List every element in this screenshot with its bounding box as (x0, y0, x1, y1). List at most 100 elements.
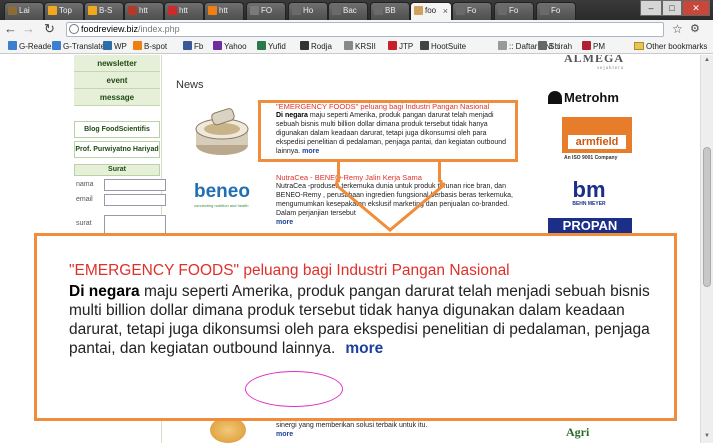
bm-sub: BEHN MEYER (572, 201, 606, 207)
tab-label: htt (219, 6, 228, 15)
tab-2[interactable]: B-S (84, 2, 124, 20)
address-bar[interactable]: foodreview.biz/index.php (66, 22, 664, 37)
armfield-sub: An ISO 9001 Company (564, 155, 618, 161)
bookmark-5[interactable]: Yahoo (213, 40, 247, 53)
maximize-button[interactable]: □ (662, 0, 682, 16)
tab-favicon-icon (332, 6, 341, 15)
bookmark-favicon-icon (538, 41, 547, 50)
menu-event[interactable]: event (74, 72, 160, 89)
nama-input[interactable] (104, 179, 166, 191)
back-icon[interactable]: ← (4, 22, 17, 36)
bookmark-label: Fb (194, 42, 204, 51)
tab-label: BB (385, 6, 396, 15)
close-window-button[interactable]: ✕ (682, 0, 710, 16)
tab-8[interactable]: Bac (328, 2, 368, 20)
bookmark-label: HootSuite (431, 42, 467, 51)
agri-text: Agri (566, 425, 590, 439)
surat-label: surat (76, 220, 92, 227)
bookmark-0[interactable]: G-Reader (8, 40, 54, 53)
scroll-down-icon[interactable]: ▼ (704, 433, 710, 439)
close-tab-icon[interactable]: × (443, 3, 448, 19)
tab-label: Bac (343, 6, 357, 15)
metrohm-logo[interactable]: Metrohm (548, 90, 619, 105)
bookmark-8[interactable]: KRSII (344, 40, 376, 53)
tab-0[interactable]: Lai (4, 2, 44, 20)
armfield-text: armfield (568, 135, 626, 149)
menu-message[interactable]: message (74, 89, 160, 106)
nama-label: nama (76, 181, 94, 188)
tab-label: Lai (19, 6, 30, 15)
star-icon[interactable]: ☆ (672, 22, 683, 36)
tab-6[interactable]: FO (246, 2, 286, 20)
bookmark-label: JTP (399, 42, 414, 51)
bookmark-favicon-icon (183, 41, 192, 50)
tab-13[interactable]: Fo (536, 2, 576, 20)
bookmark-label: PM (593, 42, 605, 51)
almega-logo[interactable]: ALMEGA sejahtera (564, 55, 624, 71)
wrench-icon[interactable]: ⚙ (690, 22, 700, 36)
news-item-2-more-link[interactable]: more (276, 219, 293, 226)
tab-favicon-icon (456, 6, 465, 15)
other-bookmarks-label: Other bookmarks (646, 42, 708, 51)
tab-4[interactable]: htt (164, 2, 204, 20)
bookmark-3[interactable]: B-spot (133, 40, 167, 53)
propan-text: PROPAN (562, 218, 618, 233)
bookmark-1[interactable]: G-Translate (52, 40, 105, 53)
bookmark-favicon-icon (388, 41, 397, 50)
menu-newsletter[interactable]: newsletter (74, 55, 160, 72)
tab-favicon-icon (250, 6, 259, 15)
bookmark-13[interactable]: PM (582, 40, 605, 53)
bookmark-2[interactable]: WP (103, 40, 127, 53)
beneo-logo: beneo connecting nutrition and health (194, 181, 254, 208)
tab-3[interactable]: htt (124, 2, 164, 20)
zoom-title[interactable]: "EMERGENCY FOODS" peluang bagi Industri … (69, 262, 510, 280)
scrollbar-thumb[interactable] (703, 147, 711, 287)
tab-12[interactable]: Fo (494, 2, 534, 20)
bookmark-favicon-icon (498, 41, 507, 50)
zoom-more-link[interactable]: more (345, 340, 383, 357)
tab-favicon-icon (48, 6, 57, 15)
tab-11[interactable]: Fo (452, 2, 492, 20)
blog-link[interactable]: Blog FoodScientifis (74, 121, 160, 138)
vertical-scrollbar[interactable]: ▲ ▼ (700, 55, 713, 443)
surat-title: Surat (74, 164, 160, 176)
armfield-logo[interactable]: armfield An ISO 9001 Company (562, 117, 634, 167)
more-highlight-ellipse (245, 371, 343, 407)
tab-10[interactable]: foo × (410, 2, 452, 20)
tab-strip: Lai Top B-S htt htt htt FO Ho Bac BB foo × Fo Fo Fo – … (0, 0, 713, 20)
bookmark-7[interactable]: Rodja (300, 40, 332, 53)
bookmark-label: Rodja (311, 42, 332, 51)
reload-icon[interactable]: ↻ (44, 22, 55, 36)
callout-connector-left (337, 162, 340, 182)
bookmark-label: G-Translate (63, 42, 105, 51)
bookmark-6[interactable]: Yufid (257, 40, 286, 53)
agri-logo[interactable]: Agri (566, 425, 589, 440)
bookmark-9[interactable]: JTP (388, 40, 413, 53)
tab-label: Top (59, 6, 72, 15)
tab-favicon-icon (498, 6, 507, 15)
bm-logo[interactable]: bm BEHN MEYER (566, 177, 612, 208)
tab-label: FO (261, 6, 273, 15)
email-input[interactable] (104, 194, 166, 206)
propan-logo[interactable]: PROPAN (548, 218, 632, 234)
tab-5[interactable]: htt (204, 2, 244, 20)
bookmark-12[interactable]: Shirah (538, 40, 572, 53)
forward-icon[interactable]: → (22, 22, 35, 36)
bookmark-favicon-icon (213, 41, 222, 50)
prof-link[interactable]: Prof. Purwiyatno Hariyad (74, 141, 160, 158)
bookmark-favicon-icon (257, 41, 266, 50)
tab-label: Fo (551, 6, 561, 15)
browser-toolbar: ← → ↻ foodreview.biz/index.php ☆ ⚙ (0, 20, 713, 39)
tab-9[interactable]: BB (370, 2, 410, 20)
bookmark-label: Shirah (549, 42, 573, 51)
news-bottom-more-link[interactable]: more (276, 431, 293, 438)
scroll-up-icon[interactable]: ▲ (704, 57, 710, 63)
bm-text: bm (572, 177, 606, 202)
tab-7[interactable]: Ho (288, 2, 328, 20)
other-bookmarks[interactable]: Other bookmarks (634, 40, 707, 53)
bookmark-4[interactable]: Fb (183, 40, 203, 53)
bookmark-label: WP (114, 42, 127, 51)
minimize-button[interactable]: – (640, 0, 662, 16)
bookmark-10[interactable]: HootSuite (420, 40, 466, 53)
tab-1[interactable]: Top (44, 2, 84, 20)
